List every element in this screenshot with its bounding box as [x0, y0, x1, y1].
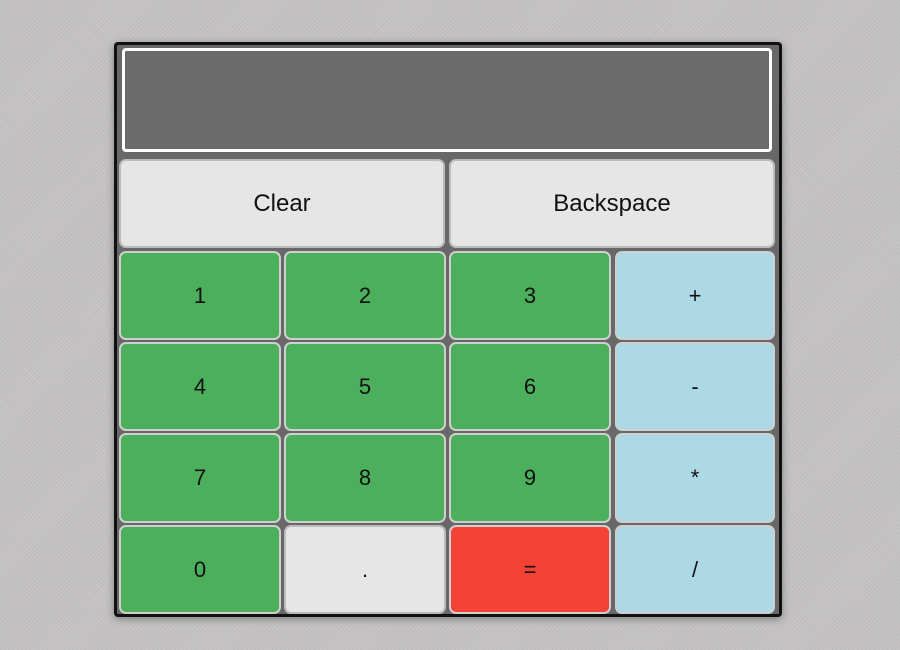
equals-button[interactable]: =	[449, 525, 611, 614]
multiply-button[interactable]: *	[615, 433, 775, 523]
clear-button[interactable]: Clear	[119, 159, 445, 248]
decimal-point-button[interactable]: .	[284, 525, 446, 614]
digit-5-button[interactable]: 5	[284, 342, 446, 431]
digit-9-button[interactable]: 9	[449, 433, 611, 523]
digit-7-button[interactable]: 7	[119, 433, 281, 523]
digit-2-button[interactable]: 2	[284, 251, 446, 340]
divide-button[interactable]: /	[615, 525, 775, 614]
calculator-display	[122, 48, 772, 152]
calculator: Clear Backspace 1 2 3 + 4 5 6 - 7 8 9 * …	[114, 42, 782, 617]
digit-1-button[interactable]: 1	[119, 251, 281, 340]
digit-4-button[interactable]: 4	[119, 342, 281, 431]
digit-6-button[interactable]: 6	[449, 342, 611, 431]
digit-0-button[interactable]: 0	[119, 525, 281, 614]
digit-8-button[interactable]: 8	[284, 433, 446, 523]
minus-button[interactable]: -	[615, 342, 775, 431]
backspace-button[interactable]: Backspace	[449, 159, 775, 248]
digit-3-button[interactable]: 3	[449, 251, 611, 340]
plus-button[interactable]: +	[615, 251, 775, 340]
